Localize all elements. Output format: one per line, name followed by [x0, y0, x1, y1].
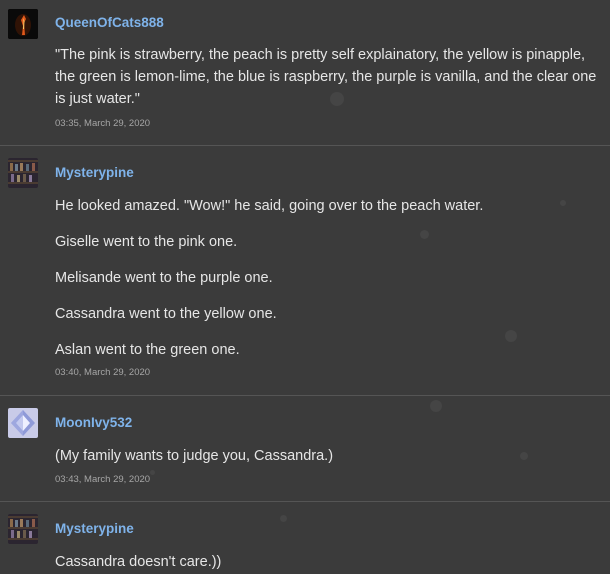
comment-text: "The pink is strawberry, the peach is pr…	[55, 47, 597, 107]
comment-text: He looked amazed. "Wow!" he said, going …	[55, 198, 484, 214]
comment-timestamp: 03:35, March 29, 2020	[55, 118, 151, 129]
comment-text: Cassandra doesn't care.))	[55, 554, 222, 570]
comment-text: Giselle went to the pink one.	[55, 234, 238, 250]
user-avatar[interactable]	[8, 158, 38, 188]
user-avatar[interactable]	[8, 408, 38, 438]
username-link[interactable]: QueenOfCats888	[55, 15, 164, 30]
comment-timestamp: 03:43, March 29, 2020	[55, 474, 151, 485]
comment-post: MoonIvy532 (My family wants to judge you…	[0, 396, 610, 501]
fire-avatar-icon	[8, 9, 38, 39]
crystal-avatar-icon	[8, 408, 38, 438]
user-avatar[interactable]	[8, 514, 38, 544]
comment-post: Mysterypine He looked amazed. "Wow!" he …	[0, 146, 610, 395]
comment-post: QueenOfCats888 "The pink is strawberry, …	[0, 0, 610, 146]
comment-text: Cassandra went to the yellow one.	[55, 306, 277, 322]
comment-feed: QueenOfCats888 "The pink is strawberry, …	[0, 0, 610, 574]
comment-post: Mysterypine Cassandra doesn't care.))	[0, 502, 610, 574]
username-link[interactable]: Mysterypine	[55, 521, 134, 536]
comment-text: Melisande went to the purple one.	[55, 270, 273, 286]
comment-text: Aslan went to the green one.	[55, 342, 240, 358]
username-link[interactable]: Mysterypine	[55, 165, 134, 180]
username-link[interactable]: MoonIvy532	[55, 415, 132, 430]
shelves-avatar-icon	[8, 514, 38, 544]
user-avatar[interactable]	[8, 9, 38, 39]
comment-timestamp: 03:40, March 29, 2020	[55, 367, 151, 378]
comment-text: (My family wants to judge you, Cassandra…	[55, 448, 334, 464]
shelves-avatar-icon	[8, 158, 38, 188]
